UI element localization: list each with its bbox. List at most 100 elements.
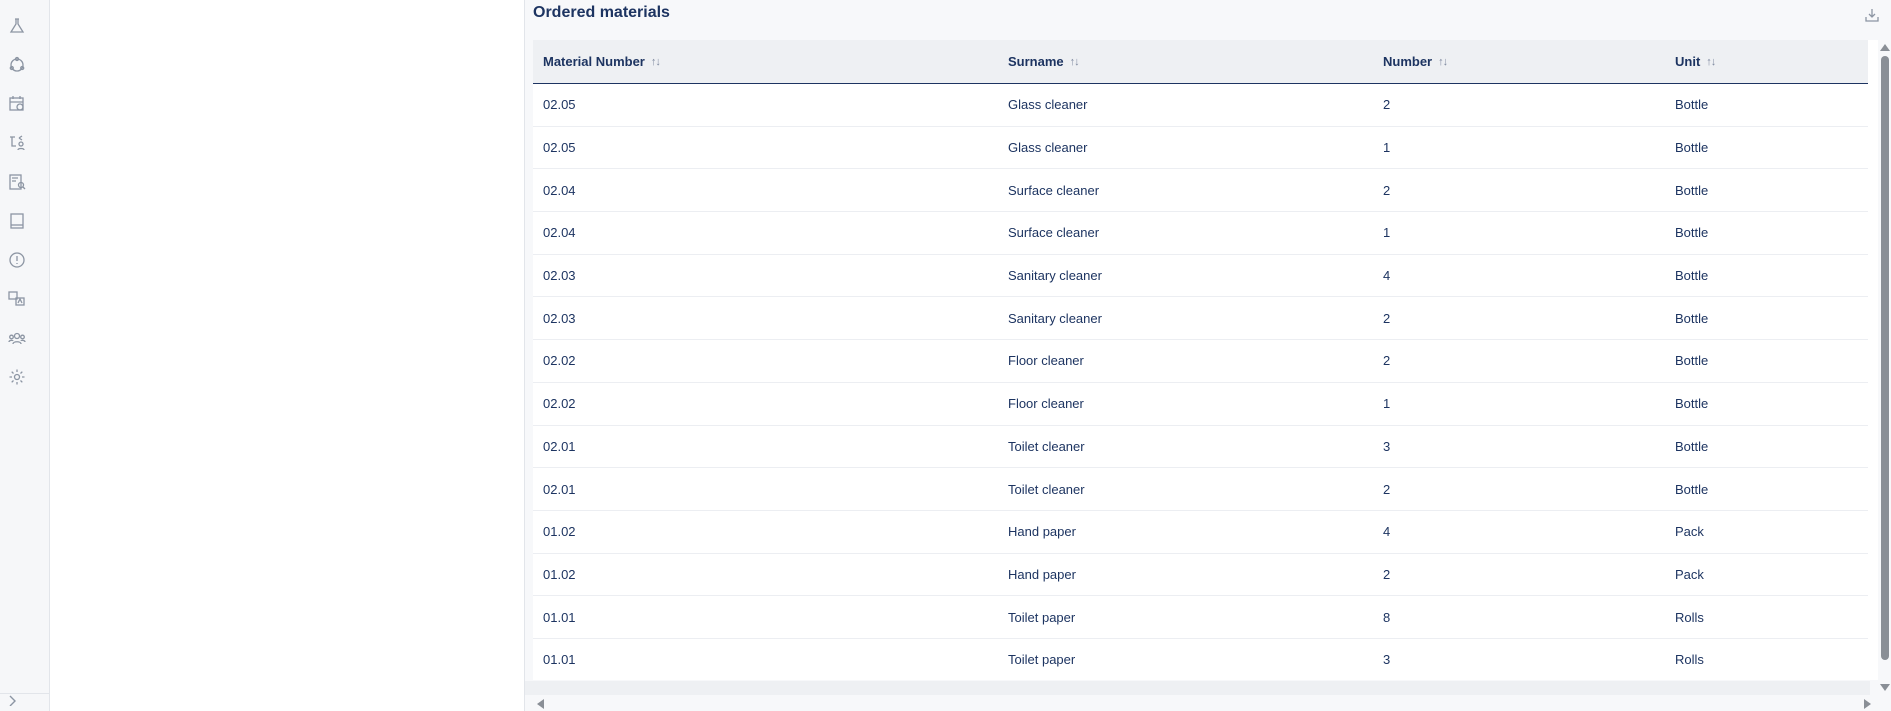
column-header-number[interactable]: Number ↑↓ xyxy=(1373,54,1665,69)
sort-icon[interactable]: ↑↓ xyxy=(1438,56,1448,68)
cell-material-number: 01.01 xyxy=(543,652,576,668)
table-row[interactable]: 02.04 Surface cleaner 2 Bottle xyxy=(533,169,1868,213)
table-row[interactable]: 02.02 Floor cleaner 1 Bottle xyxy=(533,382,1868,426)
table-row[interactable]: 02.01 Toilet cleaner 2 Bottle xyxy=(533,468,1868,511)
table-body: 02.05 Glass cleaner 2 Bottle 02.05 Glass clea… xyxy=(533,84,1868,680)
cell-number: 1 xyxy=(1383,140,1391,156)
table-row[interactable]: 02.02 Floor cleaner 2 Bottle xyxy=(533,340,1868,383)
document-search-icon[interactable] xyxy=(5,170,29,194)
cell-material-number: 02.01 xyxy=(543,481,576,497)
scroll-left-icon[interactable] xyxy=(537,699,544,709)
cell-number: 1 xyxy=(1383,396,1391,412)
cell-unit: Bottle xyxy=(1675,353,1709,369)
cell-number: 8 xyxy=(1383,609,1391,625)
cell-unit: Pack xyxy=(1675,566,1704,582)
main-content: Ordered materials Material Number ↑↓ Sur… xyxy=(525,0,1891,711)
column-header-material-number[interactable]: Material Number ↑↓ xyxy=(533,54,998,69)
cell-unit: Bottle xyxy=(1675,481,1709,497)
column-header-label: Material Number xyxy=(543,54,645,69)
cell-material-number: 02.02 xyxy=(543,353,576,369)
book-icon[interactable] xyxy=(5,209,29,233)
table-row[interactable]: 01.01 Toilet paper 3 Rolls xyxy=(533,638,1868,680)
cell-material-number: 02.04 xyxy=(543,182,576,198)
translate-icon[interactable] xyxy=(5,287,29,311)
cell-material-number: 02.05 xyxy=(543,97,576,113)
cell-unit: Bottle xyxy=(1675,438,1709,454)
calendar-clock-icon[interactable] xyxy=(5,92,29,116)
cell-number: 2 xyxy=(1383,566,1391,582)
horizontal-scrollbar[interactable] xyxy=(525,681,1870,695)
table-row[interactable]: 01.01 Toilet paper 8 Rolls xyxy=(533,596,1868,639)
cell-surname: Floor cleaner xyxy=(1008,396,1084,412)
sort-icon[interactable]: ↑↓ xyxy=(651,56,661,68)
cell-surname: Toilet paper xyxy=(1008,652,1076,668)
cell-unit: Bottle xyxy=(1675,396,1709,412)
cell-number: 2 xyxy=(1383,353,1391,369)
cell-unit: Bottle xyxy=(1675,268,1709,284)
cell-number: 2 xyxy=(1383,182,1391,198)
chevron-right-icon[interactable] xyxy=(7,693,25,711)
table-row[interactable]: 02.03 Sanitary cleaner 4 Bottle xyxy=(533,254,1868,298)
table-row[interactable]: 02.05 Glass cleaner 2 Bottle xyxy=(533,84,1868,127)
cell-surname: Toilet cleaner xyxy=(1008,481,1085,497)
scroll-up-icon[interactable] xyxy=(1880,44,1890,51)
cell-surname: Glass cleaner xyxy=(1008,97,1088,113)
cell-number: 3 xyxy=(1383,652,1391,668)
cell-material-number: 01.02 xyxy=(543,524,576,540)
cell-unit: Pack xyxy=(1675,524,1704,540)
table-row[interactable]: 01.02 Hand paper 2 Pack xyxy=(533,553,1868,597)
nav-rail xyxy=(0,0,50,711)
cell-number: 4 xyxy=(1383,524,1391,540)
route-user-icon[interactable] xyxy=(5,131,29,155)
cell-unit: Rolls xyxy=(1675,652,1704,668)
cell-unit: Bottle xyxy=(1675,140,1709,156)
column-header-label: Surname xyxy=(1008,54,1064,69)
table-row[interactable]: 02.05 Glass cleaner 1 Bottle xyxy=(533,126,1868,170)
settings-icon[interactable] xyxy=(5,365,29,389)
cell-surname: Toilet paper xyxy=(1008,609,1076,625)
vertical-scrollbar[interactable] xyxy=(1879,40,1891,691)
column-header-unit[interactable]: Unit ↑↓ xyxy=(1665,54,1868,69)
cell-number: 2 xyxy=(1383,97,1391,113)
cell-surname: Surface cleaner xyxy=(1008,182,1100,198)
group-icon[interactable] xyxy=(5,326,29,350)
cell-number: 4 xyxy=(1383,268,1391,284)
cell-material-number: 01.01 xyxy=(543,609,576,625)
cell-number: 3 xyxy=(1383,438,1391,454)
column-header-label: Unit xyxy=(1675,54,1701,69)
cell-unit: Bottle xyxy=(1675,225,1709,241)
materials-table: Material Number ↑↓ Surname ↑↓ Number ↑↓ … xyxy=(533,40,1878,680)
cell-material-number: 01.02 xyxy=(543,566,576,582)
table-row[interactable]: 02.01 Toilet cleaner 3 Bottle xyxy=(533,425,1868,469)
cell-material-number: 02.02 xyxy=(543,396,576,412)
column-header-surname[interactable]: Surname ↑↓ xyxy=(998,54,1373,69)
alert-circle-icon[interactable] xyxy=(5,248,29,272)
cycle-icon[interactable] xyxy=(5,53,29,77)
cell-surname: Glass cleaner xyxy=(1008,140,1088,156)
cell-material-number: 02.05 xyxy=(543,140,576,156)
sort-icon[interactable]: ↑↓ xyxy=(1070,56,1080,68)
cell-surname: Sanitary cleaner xyxy=(1008,268,1102,284)
scroll-down-icon[interactable] xyxy=(1880,684,1890,691)
page-title: Ordered materials xyxy=(533,4,670,21)
cell-unit: Bottle xyxy=(1675,182,1709,198)
table-row[interactable]: 01.02 Hand paper 4 Pack xyxy=(533,510,1868,554)
scrollbar-thumb[interactable] xyxy=(1881,56,1889,660)
download-icon xyxy=(1865,9,1879,22)
cell-number: 1 xyxy=(1383,225,1391,241)
cell-material-number: 02.03 xyxy=(543,268,576,284)
table-row[interactable]: 02.03 Sanitary cleaner 2 Bottle xyxy=(533,297,1868,341)
cell-material-number: 02.01 xyxy=(543,438,576,454)
scroll-right-icon[interactable] xyxy=(1864,699,1871,709)
cell-material-number: 02.04 xyxy=(543,225,576,241)
cell-surname: Hand paper xyxy=(1008,566,1076,582)
cell-unit: Bottle xyxy=(1675,310,1709,326)
download-button[interactable] xyxy=(1861,4,1883,26)
cell-surname: Toilet cleaner xyxy=(1008,438,1085,454)
cell-surname: Hand paper xyxy=(1008,524,1076,540)
sort-icon[interactable]: ↑↓ xyxy=(1706,56,1716,68)
table-row[interactable]: 02.04 Surface cleaner 1 Bottle xyxy=(533,212,1868,255)
cell-surname: Sanitary cleaner xyxy=(1008,310,1102,326)
flask-icon[interactable] xyxy=(5,14,29,38)
cell-unit: Rolls xyxy=(1675,609,1704,625)
